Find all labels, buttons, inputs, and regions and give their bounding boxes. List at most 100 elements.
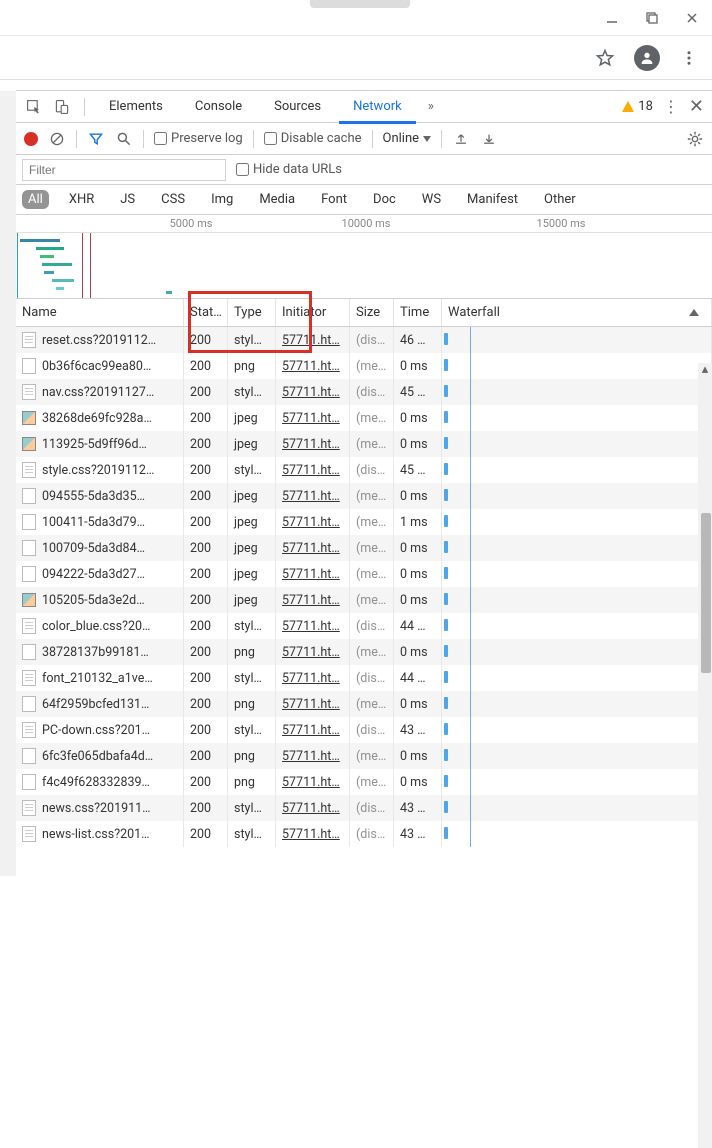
table-row[interactable]: 100411-5da3d79…200jpeg57711.ht…(me…1 ms — [16, 509, 712, 535]
cell-initiator[interactable]: 57711.ht… — [276, 613, 350, 639]
type-filter-other[interactable]: Other — [538, 190, 582, 209]
cell-initiator[interactable]: 57711.ht… — [276, 561, 350, 587]
table-row[interactable]: 38728137b99181…200png57711.ht…(me…0 ms — [16, 639, 712, 665]
type-filter-ws[interactable]: WS — [416, 190, 447, 209]
window-minimize-button[interactable] — [604, 10, 620, 26]
tab-network[interactable]: Network — [339, 91, 416, 123]
filter-input[interactable] — [22, 159, 226, 181]
table-row[interactable]: color_blue.css?20…200styl…57711.ht…(dis…… — [16, 613, 712, 639]
waterfall-bar — [444, 333, 448, 345]
cell-initiator[interactable]: 57711.ht… — [276, 405, 350, 431]
column-status[interactable]: Stat… — [184, 299, 228, 326]
inspect-element-icon[interactable] — [22, 95, 46, 119]
device-toggle-icon[interactable] — [50, 95, 74, 119]
devtools-menu-icon[interactable]: ⋮ — [659, 95, 683, 119]
record-button[interactable] — [24, 132, 38, 146]
table-row[interactable]: nav.css?20191127…200styl…57711.ht…(dis…4… — [16, 379, 712, 405]
download-har-icon[interactable] — [480, 130, 498, 148]
table-row[interactable]: 094555-5da3d35…200jpeg57711.ht…(me…0 ms — [16, 483, 712, 509]
hide-data-urls-checkbox[interactable]: Hide data URLs — [236, 162, 342, 177]
column-initiator[interactable]: Initiator — [276, 299, 350, 326]
cell-time: 0 ms — [394, 353, 442, 379]
cell-initiator[interactable]: 57711.ht… — [276, 639, 350, 665]
clear-icon[interactable] — [48, 130, 66, 148]
disable-cache-checkbox[interactable]: Disable cache — [264, 131, 362, 146]
cell-initiator[interactable]: 57711.ht… — [276, 691, 350, 717]
type-filter-css[interactable]: CSS — [155, 190, 191, 209]
search-icon[interactable] — [115, 130, 133, 148]
table-row[interactable]: 100709-5da3d84…200jpeg57711.ht…(me…0 ms — [16, 535, 712, 561]
column-size[interactable]: Size — [350, 299, 394, 326]
warnings-badge[interactable]: 18 — [622, 99, 653, 114]
cell-initiator[interactable]: 57711.ht… — [276, 327, 350, 353]
cell-type: styl… — [228, 613, 276, 639]
column-type[interactable]: Type — [228, 299, 276, 326]
overview-bar — [40, 255, 54, 258]
table-row[interactable]: news-list.css?201…200styl…57711.ht…(dis…… — [16, 821, 712, 847]
tab-console[interactable]: Console — [181, 91, 256, 123]
scroll-up-icon[interactable]: ▴ — [699, 363, 711, 375]
devtools-close-icon[interactable]: ✕ — [689, 96, 704, 117]
filter-icon[interactable] — [87, 130, 105, 148]
cell-initiator[interactable]: 57711.ht… — [276, 743, 350, 769]
tab-elements[interactable]: Elements — [95, 91, 177, 123]
table-row[interactable]: 105205-5da3e2d…200jpeg57711.ht…(me…0 ms — [16, 587, 712, 613]
scrollbar-track[interactable]: ▴ — [698, 363, 712, 1148]
account-avatar-icon[interactable] — [634, 45, 660, 71]
cell-initiator[interactable]: 57711.ht… — [276, 353, 350, 379]
preserve-log-label: Preserve log — [171, 131, 243, 146]
type-filter-media[interactable]: Media — [253, 190, 301, 209]
overview-tick: 5000 ms — [170, 217, 213, 230]
table-row[interactable]: style.css?2019112…200styl…57711.ht…(dis…… — [16, 457, 712, 483]
type-filter-img[interactable]: Img — [205, 190, 239, 209]
cell-initiator[interactable]: 57711.ht… — [276, 821, 350, 847]
table-row[interactable]: reset.css?2019112…200styl…57711.ht…(dis…… — [16, 327, 712, 353]
cell-status: 200 — [184, 613, 228, 639]
table-row[interactable]: 38268de69fc928a…200jpeg57711.ht…(me…0 ms — [16, 405, 712, 431]
upload-har-icon[interactable] — [452, 130, 470, 148]
table-row[interactable]: 0b36f6cac99ea80…200png57711.ht…(me…0 ms — [16, 353, 712, 379]
network-settings-icon[interactable] — [686, 130, 704, 148]
cell-initiator[interactable]: 57711.ht… — [276, 665, 350, 691]
cell-initiator[interactable]: 57711.ht… — [276, 509, 350, 535]
table-row[interactable]: 094222-5da3d27…200jpeg57711.ht…(me…0 ms — [16, 561, 712, 587]
type-filter-js[interactable]: JS — [114, 190, 141, 209]
file-icon — [22, 566, 36, 582]
column-name[interactable]: Name — [16, 299, 184, 326]
table-row[interactable]: news.css?201911…200styl…57711.ht…(dis…43… — [16, 795, 712, 821]
type-filter-manifest[interactable]: Manifest — [461, 190, 524, 209]
window-maximize-button[interactable] — [644, 10, 660, 26]
table-row[interactable]: PC-down.css?201…200styl…57711.ht…(dis…43… — [16, 717, 712, 743]
cell-initiator[interactable]: 57711.ht… — [276, 717, 350, 743]
cell-initiator[interactable]: 57711.ht… — [276, 587, 350, 613]
table-row[interactable]: font_210132_a1ve…200styl…57711.ht…(dis…4… — [16, 665, 712, 691]
type-filter-all[interactable]: All — [22, 190, 49, 209]
type-filter-font[interactable]: Font — [315, 190, 353, 209]
table-row[interactable]: 113925-5d9ff96d…200jpeg57711.ht…(me…0 ms — [16, 431, 712, 457]
scrollbar-thumb[interactable] — [701, 513, 711, 673]
cell-initiator[interactable]: 57711.ht… — [276, 379, 350, 405]
cell-initiator[interactable]: 57711.ht… — [276, 795, 350, 821]
table-row[interactable]: 64f2959bcfed131…200png57711.ht…(me…0 ms — [16, 691, 712, 717]
table-row[interactable]: f4c49f628332839…200png57711.ht…(me…0 ms — [16, 769, 712, 795]
cell-initiator[interactable]: 57711.ht… — [276, 535, 350, 561]
preserve-log-checkbox[interactable]: Preserve log — [154, 131, 243, 146]
cell-initiator[interactable]: 57711.ht… — [276, 483, 350, 509]
tab-sources[interactable]: Sources — [260, 91, 335, 123]
browser-menu-icon[interactable] — [678, 47, 700, 69]
bookmark-star-icon[interactable] — [594, 47, 616, 69]
column-waterfall[interactable]: Waterfall — [442, 299, 712, 326]
network-overview[interactable]: 5000 ms10000 ms15000 ms — [16, 215, 712, 299]
table-row[interactable]: 6fc3fe065dbafa4d…200png57711.ht…(me…0 ms — [16, 743, 712, 769]
cell-initiator[interactable]: 57711.ht… — [276, 769, 350, 795]
throttling-select[interactable]: Online — [383, 131, 432, 146]
window-close-button[interactable] — [684, 10, 700, 26]
type-filter-xhr[interactable]: XHR — [63, 190, 100, 209]
waterfall-bar — [444, 359, 448, 371]
column-time[interactable]: Time — [394, 299, 442, 326]
cell-initiator[interactable]: 57711.ht… — [276, 431, 350, 457]
tabs-overflow-icon[interactable]: » — [420, 99, 442, 114]
waterfall-bar — [444, 749, 448, 761]
type-filter-doc[interactable]: Doc — [367, 190, 402, 209]
cell-initiator[interactable]: 57711.ht… — [276, 457, 350, 483]
